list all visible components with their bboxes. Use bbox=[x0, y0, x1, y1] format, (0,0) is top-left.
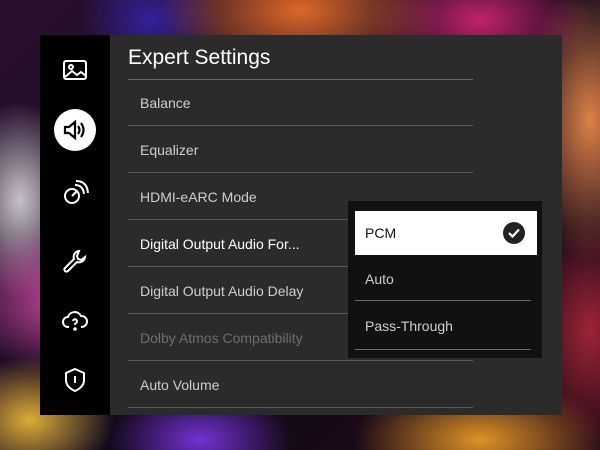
option-divider bbox=[355, 349, 531, 350]
option-label: Pass-Through bbox=[365, 318, 453, 334]
option-pass-through[interactable]: Pass-Through bbox=[355, 304, 537, 348]
option-pcm[interactable]: PCM bbox=[355, 211, 537, 255]
checkmark-icon bbox=[503, 222, 525, 244]
menu-item-label: Dolby Atmos Compatibility bbox=[140, 329, 303, 346]
menu-item-label: Auto Volume bbox=[140, 376, 220, 393]
picture-icon bbox=[63, 60, 87, 80]
option-auto[interactable]: Auto bbox=[355, 257, 537, 301]
option-label: PCM bbox=[365, 225, 397, 241]
menu-item-label: Digital Output Audio Delay bbox=[140, 282, 304, 299]
option-divider bbox=[355, 300, 531, 301]
audio-format-dropdown: PCM Auto Pass-Through bbox=[348, 201, 542, 358]
menu-item-label: Equalizer bbox=[140, 141, 199, 158]
menu-item-equalizer[interactable]: Equalizer bbox=[128, 127, 473, 173]
connection-icon bbox=[64, 180, 89, 204]
sidebar-item-sound[interactable] bbox=[54, 109, 96, 151]
sidebar bbox=[40, 35, 110, 415]
panel-title: Expert Settings bbox=[128, 46, 271, 69]
menu-item-auto-volume[interactable]: Auto Volume bbox=[128, 362, 473, 408]
menu-item-label: Digital Output Audio For... bbox=[140, 235, 300, 252]
shield-icon bbox=[65, 367, 85, 393]
sidebar-item-privacy[interactable] bbox=[54, 359, 96, 401]
wrench-icon bbox=[63, 249, 87, 273]
sidebar-item-support[interactable] bbox=[54, 240, 96, 282]
cloud-help-icon bbox=[62, 311, 88, 331]
sidebar-item-cloud-help[interactable] bbox=[54, 300, 96, 342]
sidebar-item-connection[interactable] bbox=[54, 172, 96, 214]
sidebar-item-picture[interactable] bbox=[54, 49, 96, 91]
option-label: Auto bbox=[365, 271, 394, 287]
menu-item-label: Balance bbox=[140, 94, 191, 111]
menu-item-label: HDMI-eARC Mode bbox=[140, 188, 257, 205]
menu-item-balance[interactable]: Balance bbox=[128, 80, 473, 126]
sound-icon bbox=[63, 119, 85, 141]
